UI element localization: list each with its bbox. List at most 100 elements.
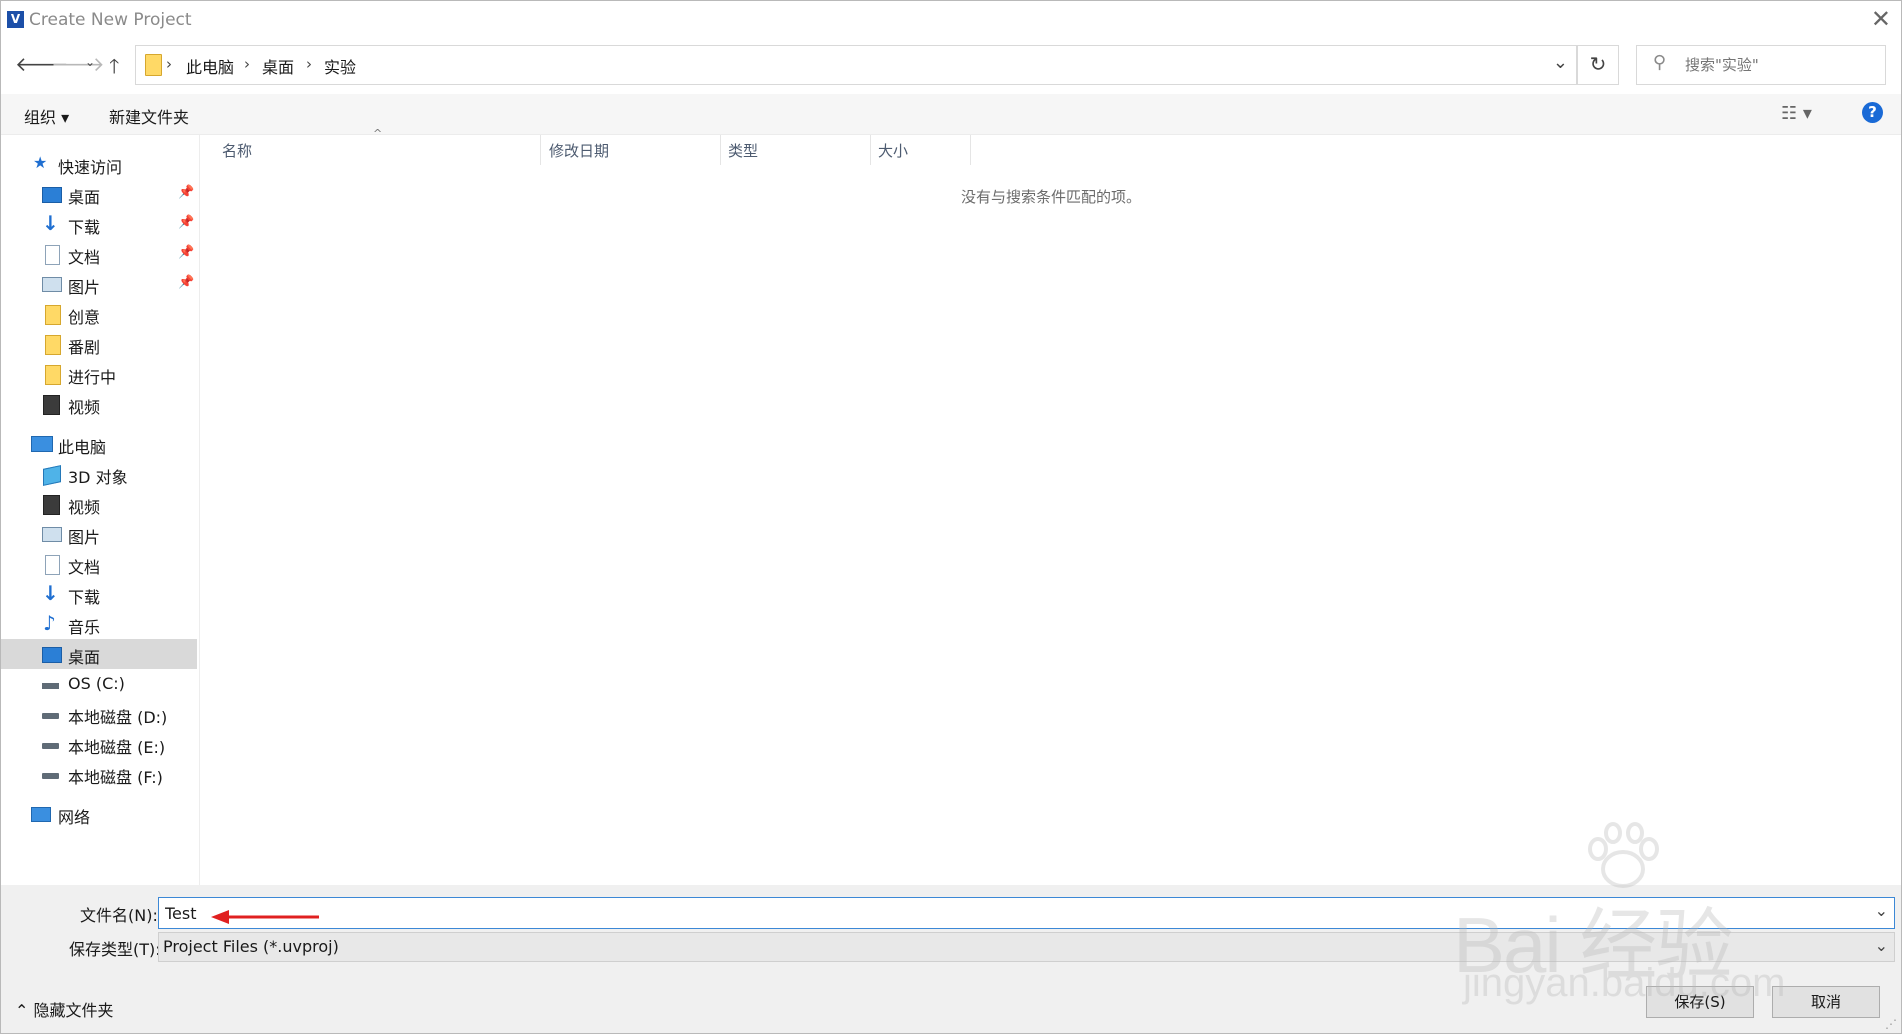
- filetype-select[interactable]: Project Files (*.uvproj) ⌄: [158, 932, 1895, 962]
- download-icon: ↓: [42, 211, 59, 235]
- nav-pc-drive-d[interactable]: 本地磁盘 (D:): [1, 699, 197, 729]
- resize-grip-icon[interactable]: ⋰: [1885, 1017, 1897, 1031]
- column-header-type[interactable]: 类型: [728, 140, 758, 161]
- breadcrumb-desktop[interactable]: 桌面: [262, 54, 294, 78]
- forward-button[interactable]: 🡒: [51, 52, 105, 76]
- nav-label: 视频: [68, 398, 101, 417]
- search-box[interactable]: ⚲: [1636, 45, 1886, 85]
- nav-this-pc[interactable]: 此电脑: [1, 429, 197, 459]
- nav-pc-drive-e[interactable]: 本地磁盘 (E:): [1, 729, 197, 759]
- nav-quick-access[interactable]: ★ 快速访问: [1, 149, 197, 179]
- pin-icon[interactable]: 📌: [178, 215, 194, 230]
- column-header-name[interactable]: 名称: [222, 140, 252, 161]
- search-input[interactable]: [1683, 52, 1877, 78]
- drive-icon: [42, 773, 59, 779]
- organize-menu[interactable]: 组织 ▾: [24, 104, 69, 128]
- drive-icon: [42, 743, 59, 749]
- nav-label: OS (C:): [68, 674, 125, 693]
- hide-folders-toggle[interactable]: ⌃ 隐藏文件夹: [15, 997, 114, 1021]
- column-separator[interactable]: [870, 135, 871, 165]
- computer-icon: [31, 436, 53, 452]
- nav-qa-desktop[interactable]: 桌面 📌: [1, 179, 197, 209]
- breadcrumb-current-folder[interactable]: 实验: [324, 54, 356, 78]
- nav-label: 下载: [68, 218, 101, 237]
- nav-qa-folder-inprogress[interactable]: 进行中: [1, 359, 197, 389]
- document-icon: [45, 245, 60, 265]
- address-bar[interactable]: › 此电脑 › 桌面 › 实验 ⌄: [135, 45, 1577, 85]
- filename-combobox[interactable]: ⌄: [158, 897, 1895, 929]
- cancel-button[interactable]: 取消: [1772, 986, 1880, 1018]
- chevron-down-icon[interactable]: ⌄: [1875, 936, 1888, 955]
- save-form: 文件名(N): ⌄ 保存类型(T): Project Files (*.uvpr…: [1, 885, 1901, 1033]
- filename-input[interactable]: [163, 901, 1857, 925]
- recent-locations-chevron-icon[interactable]: ⌄: [85, 55, 95, 69]
- download-icon: ↓: [42, 581, 59, 605]
- nav-label: 桌面: [68, 188, 101, 207]
- nav-qa-pictures[interactable]: 图片 📌: [1, 269, 197, 299]
- filename-label: 文件名(N):: [80, 906, 158, 925]
- nav-pc-documents[interactable]: 文档: [1, 549, 197, 579]
- filetype-value: Project Files (*.uvproj): [163, 937, 339, 956]
- up-button[interactable]: 🡑: [109, 52, 119, 86]
- column-separator[interactable]: [720, 135, 721, 165]
- nav-qa-folder-creative[interactable]: 创意: [1, 299, 197, 329]
- os-drive-icon: [42, 683, 59, 689]
- column-separator[interactable]: [970, 135, 971, 165]
- refresh-button[interactable]: ↻: [1577, 45, 1619, 85]
- pin-icon[interactable]: 📌: [178, 245, 194, 260]
- breadcrumb-this-pc[interactable]: 此电脑: [186, 54, 234, 78]
- nav-label: 网络: [58, 808, 91, 827]
- nav-pc-drive-c[interactable]: OS (C:): [1, 669, 197, 699]
- nav-qa-documents[interactable]: 文档 📌: [1, 239, 197, 269]
- close-icon[interactable]: ✕: [1871, 5, 1891, 33]
- quick-access-star-icon: ★: [33, 153, 48, 172]
- nav-qa-downloads[interactable]: ↓ 下载 📌: [1, 209, 197, 239]
- save-button[interactable]: 保存(S): [1646, 986, 1754, 1018]
- nav-pc-music[interactable]: ♪ 音乐: [1, 609, 197, 639]
- annotation-arrow-icon: [211, 910, 319, 924]
- network-icon: [31, 807, 51, 822]
- app-icon: V: [7, 11, 24, 28]
- help-icon[interactable]: ?: [1862, 102, 1883, 123]
- pin-icon[interactable]: 📌: [178, 185, 194, 200]
- video-icon: [43, 495, 60, 515]
- pin-icon[interactable]: 📌: [178, 275, 194, 290]
- nav-label: 图片: [68, 528, 101, 547]
- nav-label: 本地磁盘 (E:): [68, 738, 166, 757]
- column-header-date-modified[interactable]: 修改日期: [549, 140, 609, 161]
- nav-pc-downloads[interactable]: ↓ 下载: [1, 579, 197, 609]
- nav-network[interactable]: 网络: [1, 799, 197, 829]
- nav-qa-videos[interactable]: 视频: [1, 389, 197, 419]
- column-separator[interactable]: [540, 135, 541, 165]
- column-header-size[interactable]: 大小: [878, 140, 908, 161]
- pane-divider[interactable]: [199, 135, 200, 885]
- nav-label: 快速访问: [58, 158, 123, 177]
- 3d-objects-icon: [43, 465, 61, 486]
- nav-label: 文档: [68, 558, 101, 577]
- title-bar: V Create New Project ✕: [1, 1, 1901, 39]
- nav-pc-desktop[interactable]: 桌面: [1, 639, 197, 669]
- nav-label: 图片: [68, 278, 101, 297]
- address-history-dropdown-icon[interactable]: ⌄: [1553, 52, 1568, 73]
- nav-label: 文档: [68, 248, 101, 267]
- nav-pc-3d-objects[interactable]: 3D 对象: [1, 459, 197, 489]
- nav-qa-folder-anime[interactable]: 番剧: [1, 329, 197, 359]
- nav-pc-drive-f[interactable]: 本地磁盘 (F:): [1, 759, 197, 789]
- view-options-icon[interactable]: ☷ ▾: [1781, 103, 1812, 124]
- empty-folder-message: 没有与搜索条件匹配的项。: [961, 188, 1142, 206]
- desktop-icon: [42, 187, 62, 203]
- nav-label: 本地磁盘 (F:): [68, 768, 163, 787]
- music-icon: ♪: [43, 611, 56, 635]
- document-icon: [45, 555, 60, 575]
- nav-pc-pictures[interactable]: 图片: [1, 519, 197, 549]
- chevron-right-icon[interactable]: ›: [306, 55, 312, 73]
- folder-icon: [45, 335, 61, 355]
- drive-icon: [42, 713, 59, 719]
- chevron-down-icon[interactable]: ⌄: [1875, 901, 1888, 920]
- new-folder-button[interactable]: 新建文件夹: [109, 104, 189, 128]
- window-title: Create New Project: [29, 10, 192, 30]
- chevron-right-icon[interactable]: ›: [166, 55, 172, 73]
- nav-pc-videos[interactable]: 视频: [1, 489, 197, 519]
- chevron-right-icon[interactable]: ›: [244, 55, 250, 73]
- save-dialog: V Create New Project ✕ 🡐 🡒 ⌄ 🡑 › 此电脑 › 桌…: [0, 0, 1902, 1034]
